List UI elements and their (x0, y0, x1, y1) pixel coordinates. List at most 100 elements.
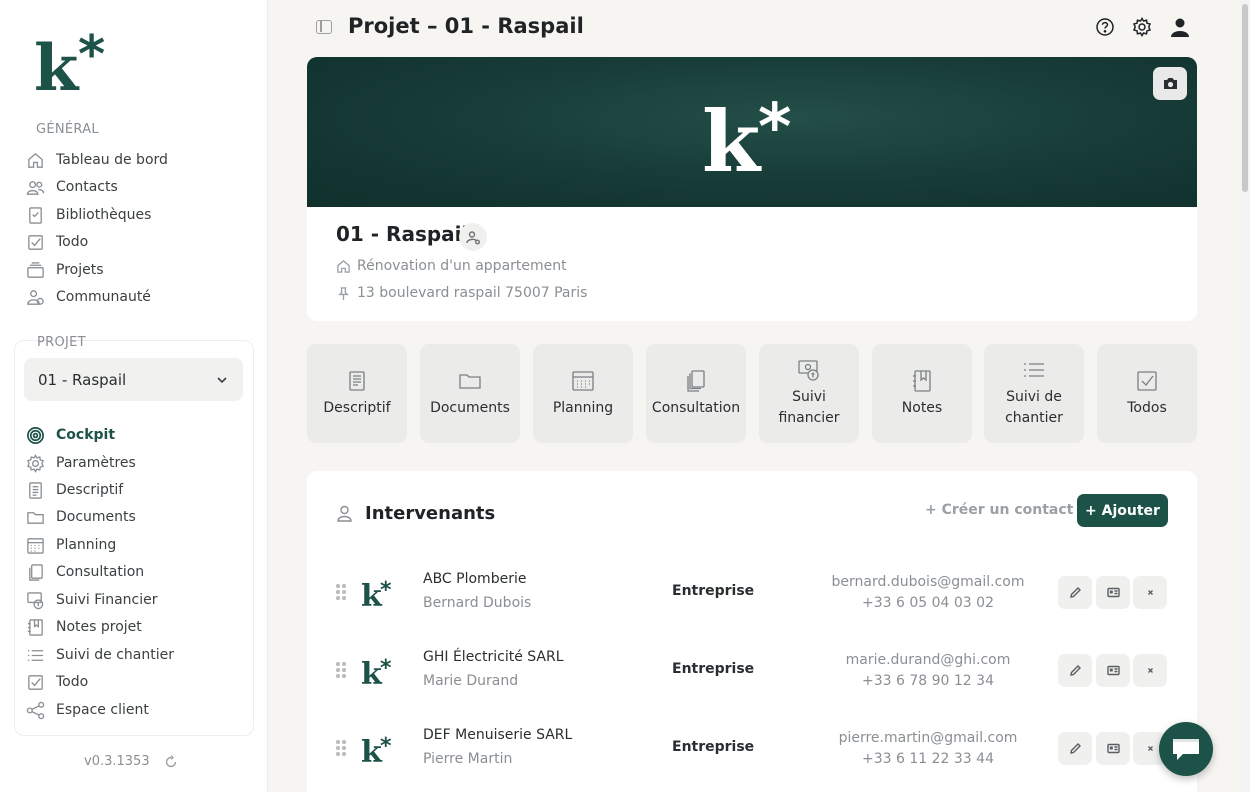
sidebar-item-label: Tableau de bord (56, 152, 168, 168)
community-icon (27, 289, 44, 305)
project-select[interactable]: 01 - Raspail (24, 358, 243, 401)
project-owner-button[interactable] (459, 223, 487, 251)
contact-details: marie.durand@ghi.com +33 6 78 90 12 34 (812, 650, 1044, 692)
pencil-icon (1069, 665, 1081, 676)
sidebar-item-projets[interactable]: Projets (26, 258, 104, 282)
tile-label: Consultation (651, 399, 741, 416)
sidebar-item-communaute[interactable]: Communauté (26, 285, 151, 309)
id-card-icon (1106, 587, 1120, 598)
tile-todos[interactable]: Todos (1097, 344, 1197, 443)
project-section-title: PROJET (37, 335, 86, 350)
users-icon (26, 180, 45, 195)
sidebar-item-parametres[interactable]: Paramètres (26, 451, 136, 475)
contact-details: bernard.dubois@gmail.com +33 6 05 04 03 … (812, 572, 1044, 614)
sidebar-item-label: Projets (56, 262, 104, 278)
sidebar-item-planning[interactable]: Planning (26, 533, 116, 557)
user-menu-button[interactable] (1169, 16, 1191, 38)
settings-button[interactable] (1131, 16, 1153, 38)
scrollbar-thumb[interactable] (1242, 4, 1248, 192)
tile-label: Suivi financier (778, 389, 840, 426)
sidebar-item-label: Bibliothèques (56, 207, 152, 223)
sidebar-item-documents[interactable]: Documents (26, 505, 136, 529)
tile-label: Notes (901, 399, 943, 416)
table-row: k * ABC Plomberie Bernard Dubois Entrepri… (307, 562, 1197, 622)
sidebar-item-notes-projet[interactable]: Notes projet (26, 615, 142, 639)
contact-card-button[interactable] (1096, 654, 1130, 687)
pencil-icon (1069, 743, 1081, 754)
sidebar-item-label: Paramètres (56, 455, 136, 471)
table-row: k * DEF Menuiserie SARL Pierre Martin Ent… (307, 718, 1197, 778)
home-icon (28, 152, 43, 168)
chat-support-button[interactable] (1159, 722, 1213, 776)
contact-email[interactable]: marie.durand@ghi.com (812, 650, 1044, 671)
share-icon (26, 701, 45, 719)
drag-handle-icon[interactable] (336, 662, 346, 678)
sidebar-item-cockpit[interactable]: Cockpit (26, 423, 115, 447)
sidebar-item-todo[interactable]: Todo (26, 230, 88, 254)
sidebar-item-espace-client[interactable]: Espace client (26, 698, 149, 722)
bookmark-icon (29, 206, 42, 224)
project-name: 01 - Raspail (336, 222, 469, 246)
tile-label: Suivi de chantier (1005, 389, 1063, 426)
pencil-icon (1069, 587, 1081, 598)
help-icon (1096, 18, 1114, 36)
list-icon (27, 649, 44, 661)
contact-person: Marie Durand (423, 673, 519, 689)
tile-consultation[interactable]: Consultation (646, 344, 746, 443)
contact-phone[interactable]: +33 6 78 90 12 34 (812, 671, 1044, 692)
edit-button[interactable] (1058, 732, 1092, 765)
remove-button[interactable] (1133, 576, 1167, 609)
tile-suivi-de-chantier[interactable]: Suivi de chantier (984, 344, 1084, 443)
sidebar-item-suivi-financier[interactable]: Suivi Financier (26, 588, 157, 612)
sidebar-item-descriptif[interactable]: Descriptif (26, 478, 123, 502)
tile-notes[interactable]: Notes (872, 344, 972, 443)
copies-icon (687, 369, 705, 392)
document-icon (29, 481, 42, 499)
contact-card-button[interactable] (1096, 576, 1130, 609)
sidebar-item-suivi-de-chantier[interactable]: Suivi de chantier (26, 643, 174, 667)
project-address: 13 boulevard raspail 75007 Paris (336, 285, 587, 301)
sidebar-item-contacts[interactable]: Contacts (26, 175, 118, 199)
sidebar-toggle-icon[interactable] (316, 20, 332, 34)
tile-planning[interactable]: Planning (533, 344, 633, 443)
close-icon (1147, 590, 1153, 595)
sidebar-item-tableau-de-bord[interactable]: Tableau de bord (26, 148, 168, 172)
tile-suivi-financier[interactable]: Suivi financier (759, 344, 859, 443)
contact-phone[interactable]: +33 6 11 22 33 44 (812, 749, 1044, 770)
notebook-icon (913, 369, 931, 392)
svg-text:*: * (380, 656, 392, 681)
drag-handle-icon[interactable] (336, 740, 346, 756)
contact-card-button[interactable] (1096, 732, 1130, 765)
money-icon (27, 591, 44, 609)
sidebar-item-label: Todo (56, 234, 89, 250)
brand-logo[interactable]: k * (34, 28, 124, 98)
change-cover-button[interactable] (1153, 67, 1187, 100)
page-title: Projet – 01 - Raspail (348, 14, 584, 38)
page-scrollbar[interactable] (1240, 0, 1250, 792)
contact-phone[interactable]: +33 6 05 04 03 02 (812, 593, 1044, 614)
tile-label: Planning (552, 399, 614, 416)
notebook-icon (27, 618, 43, 636)
money-icon (798, 360, 819, 381)
remove-button[interactable] (1133, 654, 1167, 687)
sidebar-item-todo-projet[interactable]: Todo (26, 670, 88, 694)
add-intervenant-button[interactable]: + Ajouter (1077, 494, 1168, 527)
help-button[interactable] (1094, 16, 1116, 38)
pin-icon (338, 286, 349, 300)
drag-handle-icon[interactable] (336, 584, 346, 600)
table-row: k * GHI Électricité SARL Marie Durand Ent… (307, 640, 1197, 700)
create-contact-link[interactable]: + Créer un contact (925, 502, 1073, 518)
contact-email[interactable]: pierre.martin@gmail.com (812, 728, 1044, 749)
tile-descriptif[interactable]: Descriptif (307, 344, 407, 443)
edit-button[interactable] (1058, 654, 1092, 687)
sidebar-item-consultation[interactable]: Consultation (26, 560, 144, 584)
sidebar-item-bibliotheques[interactable]: Bibliothèques (26, 203, 151, 227)
copies-icon (29, 563, 43, 581)
edit-button[interactable] (1058, 576, 1092, 609)
svg-text:k: k (34, 31, 80, 98)
tile-documents[interactable]: Documents (420, 344, 520, 443)
contact-email[interactable]: bernard.dubois@gmail.com (812, 572, 1044, 593)
svg-text:*: * (380, 578, 392, 603)
refresh-icon[interactable] (164, 754, 178, 769)
tile-label: Documents (430, 399, 510, 416)
